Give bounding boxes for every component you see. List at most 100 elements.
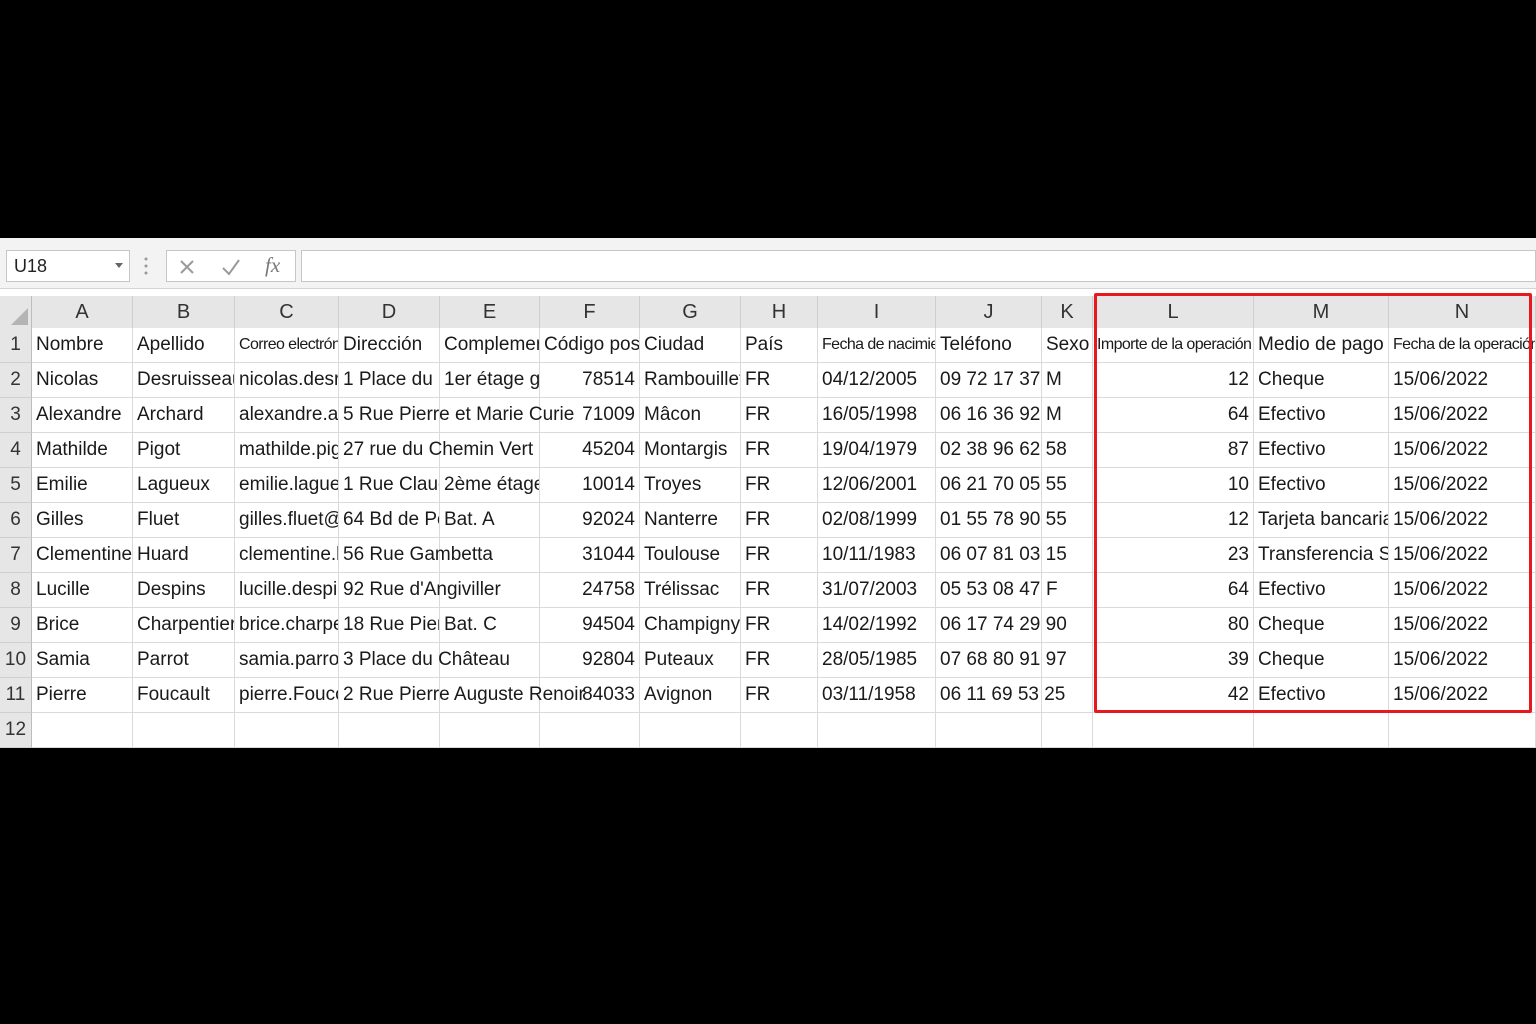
cell-i6[interactable]: 02/08/1999	[818, 503, 936, 538]
cell-m9[interactable]: Cheque	[1254, 608, 1389, 643]
cell-b6[interactable]: Fluet	[133, 503, 235, 538]
cell-k3[interactable]: M	[1042, 398, 1093, 433]
cell-j2[interactable]: 09 72 17 37 45	[936, 363, 1042, 398]
cell-m7[interactable]: Transferencia SEPA	[1254, 538, 1389, 573]
row-header-9[interactable]: 9	[0, 608, 32, 643]
cell-c1[interactable]: Correo electrónico	[235, 328, 339, 363]
row-header-5[interactable]: 5	[0, 468, 32, 503]
cell-l7[interactable]: 23	[1093, 538, 1254, 573]
cell-i8[interactable]: 31/07/2003	[818, 573, 936, 608]
cell-g9[interactable]: Champigny-su	[640, 608, 741, 643]
row-header-11[interactable]: 11	[0, 678, 32, 713]
cell-g4[interactable]: Montargis	[640, 433, 741, 468]
cell-c10[interactable]: samia.parrot@	[235, 643, 339, 678]
cell-g7[interactable]: Toulouse	[640, 538, 741, 573]
cell-h7[interactable]: FR	[741, 538, 818, 573]
cell-n5[interactable]: 15/06/2022	[1389, 468, 1536, 503]
cell-j6[interactable]: 01 55 78 90 55	[936, 503, 1067, 538]
column-header-n[interactable]: N	[1389, 296, 1536, 328]
column-header-g[interactable]: G	[640, 296, 741, 328]
cell-d5[interactable]: 1 Rue Claude	[339, 468, 440, 503]
cell-g8[interactable]: Trélissac	[640, 573, 741, 608]
cell-a5[interactable]: Emilie	[32, 468, 133, 503]
cell-i4[interactable]: 19/04/1979	[818, 433, 936, 468]
cell-i7[interactable]: 10/11/1983	[818, 538, 936, 573]
cell-d1[interactable]: Dirección	[339, 328, 440, 363]
cell-n4[interactable]: 15/06/2022	[1389, 433, 1536, 468]
column-header-m[interactable]: M	[1254, 296, 1389, 328]
cell-d3[interactable]: 5 Rue Pierre et Marie Curie	[339, 398, 574, 433]
cell-j9[interactable]: 06 17 74 29 90	[936, 608, 1067, 643]
formula-input[interactable]	[301, 250, 1536, 282]
cell-c3[interactable]: alexandre.arc	[235, 398, 339, 433]
cell-h5[interactable]: FR	[741, 468, 818, 503]
row-header-12[interactable]: 12	[0, 713, 32, 748]
column-header-d[interactable]: D	[339, 296, 440, 328]
cell-d12[interactable]	[339, 713, 440, 748]
cell-d9[interactable]: 18 Rue Pierre	[339, 608, 440, 643]
cell-k8[interactable]: F	[1042, 573, 1093, 608]
cell-d10[interactable]: 3 Place du Château	[339, 643, 510, 678]
cell-b8[interactable]: Despins	[133, 573, 235, 608]
cell-h12[interactable]	[741, 713, 818, 748]
column-header-l[interactable]: L	[1093, 296, 1254, 328]
row-header-3[interactable]: 3	[0, 398, 32, 433]
cell-a10[interactable]: Samia	[32, 643, 133, 678]
cell-c11[interactable]: pierre.Foucou	[235, 678, 339, 713]
cell-m5[interactable]: Efectivo	[1254, 468, 1389, 503]
select-all-button[interactable]	[0, 296, 32, 328]
cell-n10[interactable]: 15/06/2022	[1389, 643, 1536, 678]
cell-n2[interactable]: 15/06/2022	[1389, 363, 1536, 398]
cell-c7[interactable]: clementine.hu	[235, 538, 339, 573]
column-header-f[interactable]: F	[540, 296, 640, 328]
row-header-7[interactable]: 7	[0, 538, 32, 573]
cell-j11[interactable]: 06 11 69 53 25	[936, 678, 1065, 713]
cell-i1[interactable]: Fecha de nacimiento	[818, 328, 936, 363]
cell-n11[interactable]: 15/06/2022	[1389, 678, 1536, 713]
cell-c6[interactable]: gilles.fluet@e	[235, 503, 339, 538]
cell-i12[interactable]	[818, 713, 936, 748]
cell-d8[interactable]: 92 Rue d'Angiviller	[339, 573, 501, 608]
cell-l6[interactable]: 12	[1093, 503, 1254, 538]
cell-b7[interactable]: Huard	[133, 538, 235, 573]
cell-l11[interactable]: 42	[1093, 678, 1254, 713]
cell-e9[interactable]: Bat. C	[440, 608, 540, 643]
more-options-icon[interactable]	[143, 256, 149, 276]
cell-b4[interactable]: Pigot	[133, 433, 235, 468]
cell-e12[interactable]	[440, 713, 540, 748]
cell-k12[interactable]	[1042, 713, 1093, 748]
cell-f8[interactable]: 24758	[540, 573, 640, 608]
cell-l4[interactable]: 87	[1093, 433, 1254, 468]
cell-l2[interactable]: 12	[1093, 363, 1254, 398]
cell-j10[interactable]: 07 68 80 91 97	[936, 643, 1067, 678]
cell-e5[interactable]: 2ème étage d	[440, 468, 540, 503]
cell-n6[interactable]: 15/06/2022	[1389, 503, 1536, 538]
cell-d2[interactable]: 1 Place du Gé	[339, 363, 440, 398]
cell-a1[interactable]: Nombre	[32, 328, 133, 363]
cell-a9[interactable]: Brice	[32, 608, 133, 643]
name-box[interactable]: U18	[6, 250, 130, 282]
cell-f5[interactable]: 10014	[540, 468, 640, 503]
cancel-icon[interactable]	[175, 255, 199, 279]
cell-l9[interactable]: 80	[1093, 608, 1254, 643]
cell-l3[interactable]: 64	[1093, 398, 1254, 433]
cell-c4[interactable]: mathilde.pigo	[235, 433, 339, 468]
cell-f9[interactable]: 94504	[540, 608, 640, 643]
cell-c12[interactable]	[235, 713, 339, 748]
cell-j12[interactable]	[936, 713, 1042, 748]
cell-g11[interactable]: Avignon	[640, 678, 741, 713]
cell-c8[interactable]: lucille.despins	[235, 573, 339, 608]
cell-n12[interactable]	[1389, 713, 1536, 748]
cell-b5[interactable]: Lagueux	[133, 468, 235, 503]
cell-f2[interactable]: 78514	[540, 363, 640, 398]
cell-g3[interactable]: Mâcon	[640, 398, 741, 433]
cell-m11[interactable]: Efectivo	[1254, 678, 1389, 713]
cell-g6[interactable]: Nanterre	[640, 503, 741, 538]
cell-h9[interactable]: FR	[741, 608, 818, 643]
cell-h11[interactable]: FR	[741, 678, 818, 713]
cell-l1[interactable]: Importe de la operación	[1093, 328, 1254, 363]
cell-b3[interactable]: Archard	[133, 398, 235, 433]
cell-m12[interactable]	[1254, 713, 1389, 748]
cell-a7[interactable]: Clementine	[32, 538, 133, 573]
cell-d11[interactable]: 2 Rue Pierre Auguste Renoir	[339, 678, 585, 713]
